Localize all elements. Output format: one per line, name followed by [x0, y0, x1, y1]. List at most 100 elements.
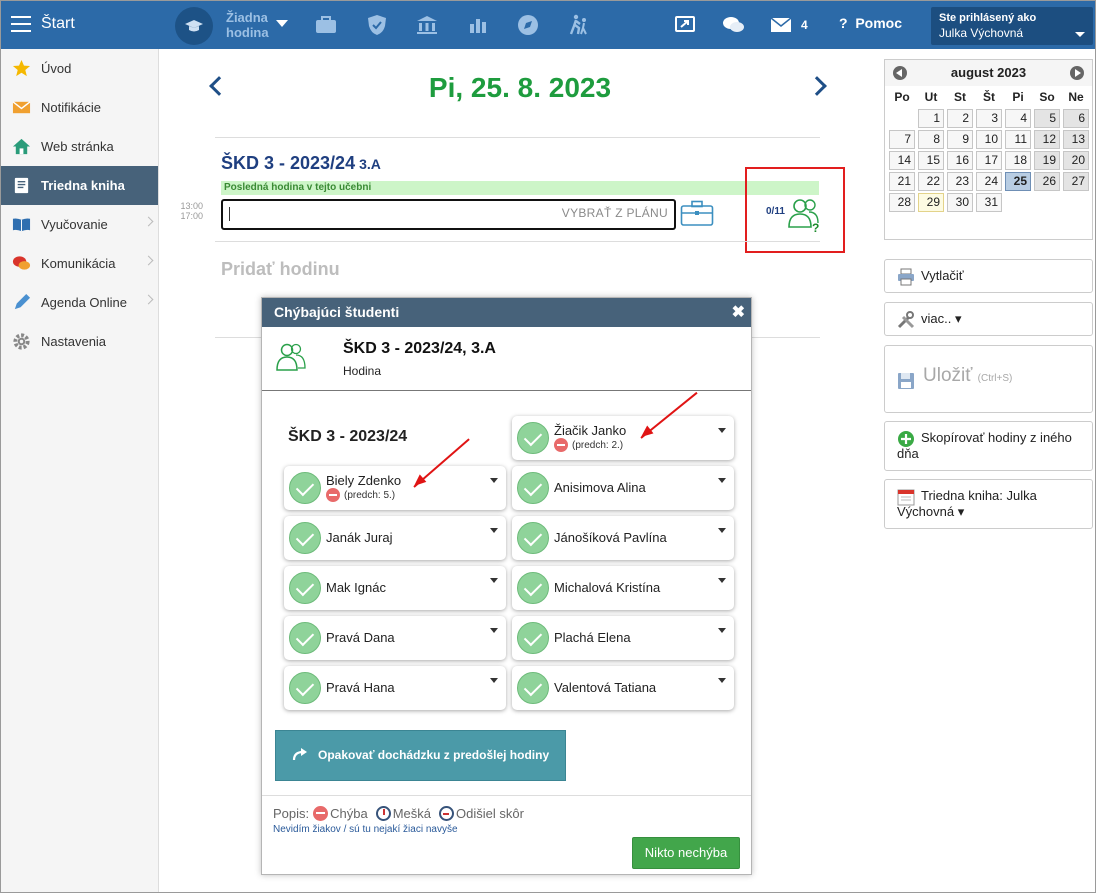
hamburger-menu-icon[interactable] [11, 16, 31, 32]
close-icon[interactable]: ✖ [732, 298, 745, 327]
chat-bubbles-icon[interactable] [722, 13, 746, 37]
student-card[interactable]: Michalová Kristína [512, 566, 734, 610]
chevron-down-icon[interactable] [718, 428, 726, 433]
calendar-day[interactable]: 2 [947, 109, 973, 128]
calendar-day[interactable]: 4 [1005, 109, 1031, 128]
calendar-day[interactable]: 22 [918, 172, 944, 191]
missing-students-help-link[interactable]: Nevidím žiakov / sú tu nejakí žiaci navy… [273, 824, 458, 835]
lesson-selector[interactable]: Žiadna hodina [226, 10, 269, 40]
chevron-down-icon[interactable] [490, 528, 498, 533]
shield-icon[interactable] [365, 13, 389, 37]
sidebar-item-agenda-online[interactable]: Agenda Online [1, 283, 158, 322]
next-month-icon[interactable] [1070, 66, 1084, 80]
student-card[interactable]: Pravá Dana [284, 616, 506, 660]
calendar-day[interactable]: 21 [889, 172, 915, 191]
lesson-title[interactable]: ŠKD 3 - 2023/24 3.A [221, 153, 381, 174]
calendar-day[interactable]: 15 [918, 151, 944, 170]
calendar-day[interactable]: 11 [1005, 130, 1031, 149]
calendar-day[interactable]: 7 [889, 130, 915, 149]
compass-icon[interactable] [516, 13, 540, 37]
sidebar-item-uvod[interactable]: Úvod [1, 49, 158, 88]
sidebar-item-nastavenia[interactable]: Nastavenia [1, 322, 158, 361]
calendar-day[interactable]: 30 [947, 193, 973, 212]
calendar-day[interactable]: 12 [1034, 130, 1060, 149]
copy-lessons-button[interactable]: Skopírovať hodiny z iného dňa [884, 421, 1093, 471]
check-icon[interactable] [289, 472, 321, 504]
calendar-day[interactable]: 6 [1063, 109, 1089, 128]
user-menu[interactable]: Ste prihlásený ako Julka Výchovná [931, 7, 1093, 45]
lesson-topic-input[interactable]: VYBRAŤ Z PLÁNU [221, 199, 676, 230]
student-card[interactable]: Valentová Tatiana [512, 666, 734, 710]
envelope-icon[interactable] [769, 13, 793, 37]
print-button[interactable]: Vytlačiť [884, 259, 1093, 293]
sidebar-item-web-stranka[interactable]: Web stránka [1, 127, 158, 166]
calendar-day[interactable]: 18 [1005, 151, 1031, 170]
student-card[interactable]: Jánošíková Pavlína [512, 516, 734, 560]
sidebar-item-komunikacia[interactable]: Komunikácia [1, 244, 158, 283]
calendar-day[interactable]: 14 [889, 151, 915, 170]
chevron-down-icon[interactable] [718, 678, 726, 683]
chevron-down-icon[interactable] [490, 678, 498, 683]
calendar-day[interactable]: 29 [918, 193, 944, 212]
repeat-attendance-button[interactable]: Opakovať dochádzku z predošlej hodiny [275, 730, 566, 781]
more-button[interactable]: viac.. ▾ [884, 302, 1093, 336]
calendar-day[interactable]: 10 [976, 130, 1002, 149]
start-link[interactable]: Štart [41, 15, 75, 33]
calendar-day[interactable]: 17 [976, 151, 1002, 170]
calendar-day[interactable]: 19 [1034, 151, 1060, 170]
previous-month-icon[interactable] [893, 66, 907, 80]
chevron-down-icon[interactable] [490, 578, 498, 583]
calendar-day[interactable]: 9 [947, 130, 973, 149]
calendar-day[interactable]: 1 [918, 109, 944, 128]
calendar-day[interactable]: 25 [1005, 172, 1031, 191]
add-lesson-link[interactable]: Pridať hodinu [221, 259, 340, 280]
calendar-day[interactable]: 31 [976, 193, 1002, 212]
student-card[interactable]: Žiačik Janko (predch: 2.) [512, 416, 734, 460]
check-icon[interactable] [517, 572, 549, 604]
calendar-day[interactable]: 8 [918, 130, 944, 149]
check-icon[interactable] [289, 672, 321, 704]
briefcase-icon[interactable] [314, 13, 338, 37]
calendar-day[interactable]: 3 [976, 109, 1002, 128]
calendar-day[interactable]: 20 [1063, 151, 1089, 170]
graduation-cap-icon[interactable] [175, 7, 213, 45]
check-icon[interactable] [517, 672, 549, 704]
nobody-missing-button[interactable]: Nikto nechýba [632, 837, 740, 869]
chevron-down-icon[interactable] [490, 628, 498, 633]
bar-chart-icon[interactable] [466, 13, 490, 37]
briefcase-icon[interactable] [680, 199, 714, 227]
check-icon[interactable] [517, 622, 549, 654]
sidebar-item-vyucovanie[interactable]: Vyučovanie [1, 205, 158, 244]
check-icon[interactable] [517, 422, 549, 454]
check-icon[interactable] [289, 522, 321, 554]
student-card[interactable]: Pravá Hana [284, 666, 506, 710]
calendar-day[interactable]: 5 [1034, 109, 1060, 128]
save-button[interactable]: Uložiť (Ctrl+S) [884, 345, 1093, 413]
classbook-selector[interactable]: Triedna kniha: Julka Výchovná ▾ [884, 479, 1093, 529]
student-card[interactable]: Mak Ignác [284, 566, 506, 610]
student-card[interactable]: Plachá Elena [512, 616, 734, 660]
calendar-day[interactable]: 23 [947, 172, 973, 191]
chevron-down-icon[interactable] [718, 628, 726, 633]
student-card[interactable]: Biely Zdenko (predch: 5.) [284, 466, 506, 510]
choose-from-plan-button[interactable]: VYBRAŤ Z PLÁNU [562, 206, 668, 220]
chevron-down-icon[interactable] [718, 578, 726, 583]
hiking-icon[interactable] [567, 13, 591, 37]
chevron-down-icon[interactable] [718, 478, 726, 483]
check-icon[interactable] [517, 522, 549, 554]
help-link[interactable]: ? Pomoc [839, 15, 902, 31]
calendar-day[interactable]: 27 [1063, 172, 1089, 191]
check-icon[interactable] [289, 622, 321, 654]
chevron-down-icon[interactable] [490, 478, 498, 483]
student-card[interactable]: Janák Juraj [284, 516, 506, 560]
calendar-day[interactable]: 24 [976, 172, 1002, 191]
student-card[interactable]: Anisimova Alina [512, 466, 734, 510]
sidebar-item-notifikacie[interactable]: Notifikácie [1, 88, 158, 127]
calendar-day[interactable]: 16 [947, 151, 973, 170]
calendar-day[interactable]: 13 [1063, 130, 1089, 149]
calendar-day[interactable]: 26 [1034, 172, 1060, 191]
institution-icon[interactable] [415, 13, 439, 37]
chevron-down-icon[interactable] [276, 20, 288, 27]
check-icon[interactable] [517, 472, 549, 504]
calendar-day[interactable]: 28 [889, 193, 915, 212]
